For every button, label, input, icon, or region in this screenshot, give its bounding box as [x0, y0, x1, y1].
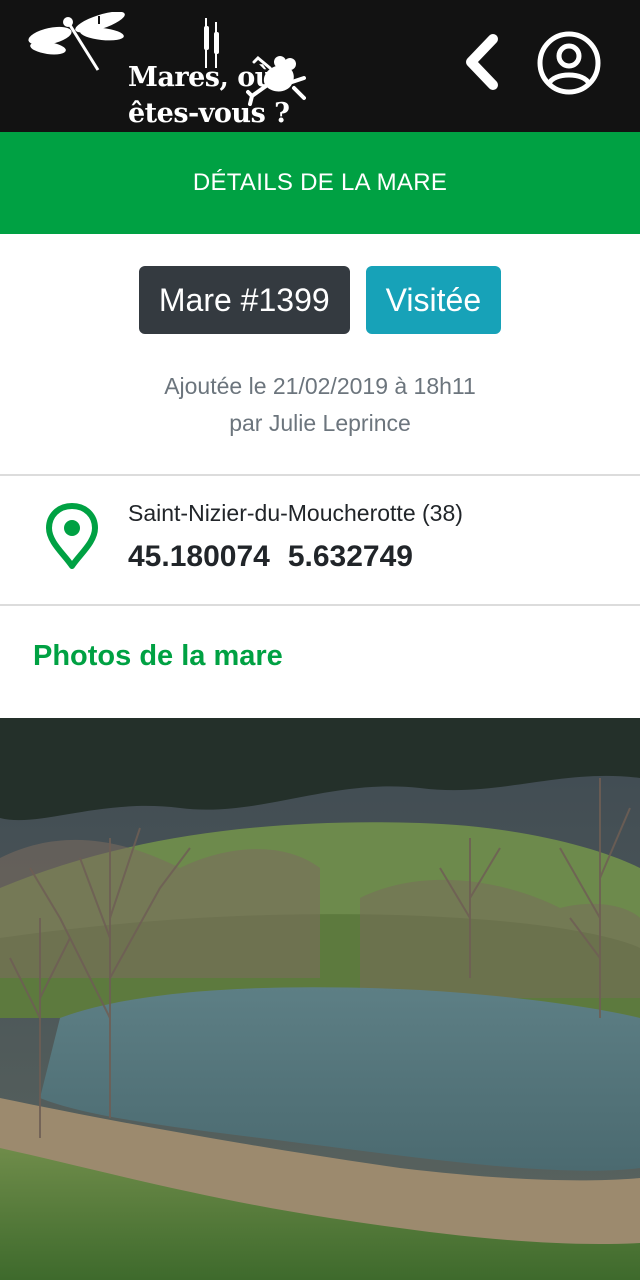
page-title: DÉTAILS DE LA MARE [192, 169, 448, 196]
map-pin-icon [46, 503, 98, 569]
mare-photo[interactable] [0, 718, 640, 1280]
photos-section-title: Photos de la mare [33, 640, 283, 672]
mare-id-badge: Mare #1399 [138, 266, 350, 334]
latitude-value: 45.180074 [128, 540, 270, 573]
pond-photo-image [0, 718, 640, 1280]
added-info: Ajoutée le 21/02/2019 à 18h11 par Julie … [0, 368, 640, 442]
badges-row: Mare #1399 Visitée [0, 266, 640, 334]
longitude-value: 5.632749 [287, 540, 413, 573]
divider [0, 604, 640, 606]
dragonfly-icon [28, 12, 125, 71]
logo-line1: Mares, où [128, 62, 274, 93]
top-bar: Mares, où êtes-vous ? [0, 0, 640, 132]
account-button[interactable] [536, 30, 602, 96]
back-button[interactable] [458, 30, 508, 94]
added-author: par Julie Leprince [229, 410, 411, 436]
app-logo[interactable]: Mares, où êtes-vous ? [28, 12, 318, 129]
added-date: Ajoutée le 21/02/2019 à 18h11 [164, 373, 476, 399]
coordinates: 45.180074 5.632749 [128, 540, 413, 574]
section-bar: DÉTAILS DE LA MARE [0, 132, 640, 234]
logo-text: Mares, où êtes-vous ? [128, 60, 290, 132]
status-badge: Visitée [365, 266, 502, 334]
chevron-left-icon [466, 34, 498, 90]
logo-line2: êtes-vous ? [128, 98, 290, 129]
commune-label: Saint-Nizier-du-Moucherotte (38) [128, 500, 463, 526]
user-circle-icon [537, 31, 601, 95]
